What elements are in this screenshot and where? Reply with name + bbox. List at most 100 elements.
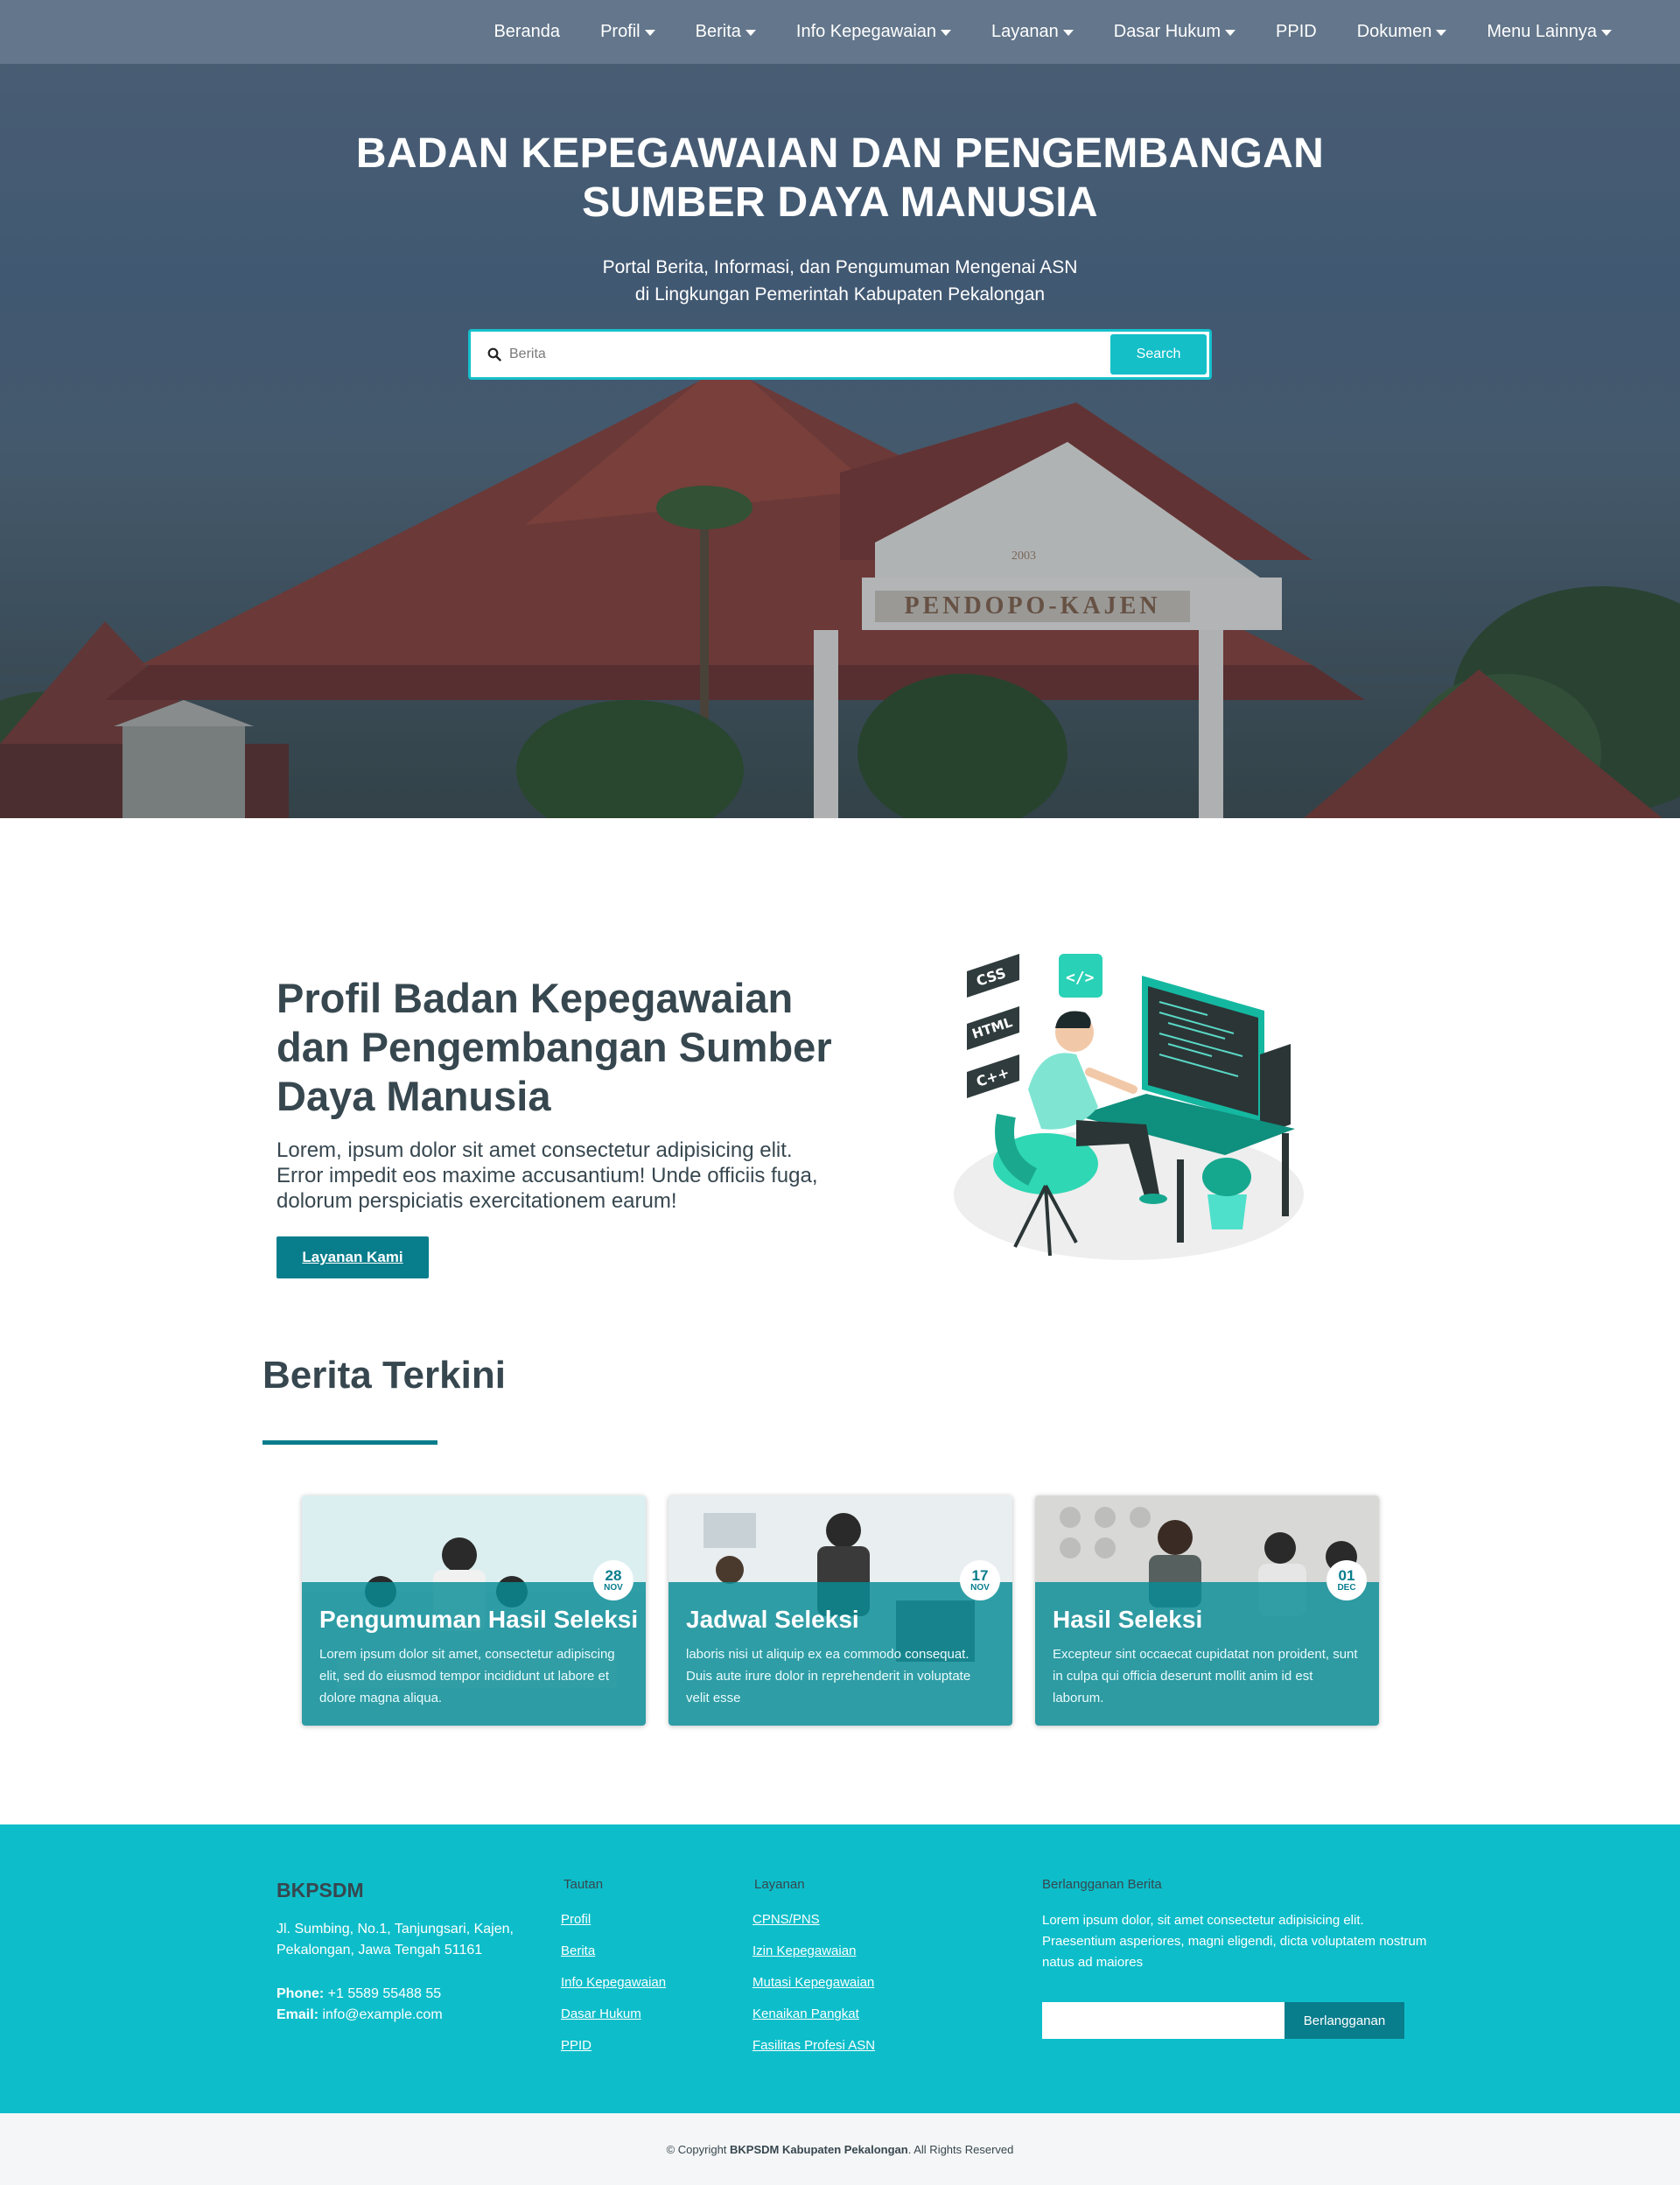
card-excerpt: laboris nisi ut aliquip ex ea commodo co…: [686, 1647, 971, 1705]
date-month: NOV: [970, 1582, 990, 1593]
footer-service-izin[interactable]: Izin Kepegawaian: [752, 1942, 875, 1973]
profile-description: Lorem, ipsum dolor sit amet consectetur …: [276, 1138, 818, 1213]
email-value: info@example.com: [322, 2007, 443, 2022]
footer-links-title: Tautan: [564, 1877, 604, 1892]
building-sign: PENDOPO-KAJEN: [904, 592, 1161, 620]
copyright-prefix: © Copyright: [666, 2142, 727, 2156]
date-badge: 17 NOV: [960, 1560, 1000, 1600]
caret-down-icon: [1062, 30, 1074, 36]
subscribe-button[interactable]: Berlangganan: [1284, 2002, 1404, 2039]
nav-info-kepegawaian[interactable]: Info Kepegawaian: [795, 22, 952, 42]
card-title: Jadwal Seleksi: [686, 1606, 859, 1633]
card-title: Hasil Seleksi: [1053, 1606, 1203, 1633]
heading-underline: [262, 1440, 438, 1445]
footer-brand: BKPSDM: [276, 1879, 364, 1901]
caret-down-icon: [745, 30, 756, 36]
search-icon: [480, 341, 509, 368]
hero-title-line-2: SUMBER DAYA MANUSIA: [582, 179, 1098, 226]
nav-label: Berita: [695, 22, 741, 41]
copyright-bar: © Copyright BKPSDM Kabupaten Pekalongan.…: [0, 2113, 1680, 2185]
copyright-suffix: . All Rights Reserved: [907, 2142, 1014, 2156]
footer-link-dasar-hukum[interactable]: Dasar Hukum: [561, 2005, 666, 2036]
nav-label: PPID: [1276, 22, 1317, 41]
search-button[interactable]: Search: [1110, 334, 1207, 375]
footer-service-mutasi[interactable]: Mutasi Kepegawaian: [752, 1973, 875, 2005]
footer-link-ppid[interactable]: PPID: [561, 2036, 666, 2068]
nav-dasar-hukum[interactable]: Dasar Hukum: [1114, 22, 1236, 42]
hero-section: PENDOPO-KAJEN 2003 Beranda Profil Berita…: [0, 0, 1680, 818]
date-day: 01: [1338, 1566, 1355, 1584]
date-month: NOV: [604, 1582, 623, 1593]
news-section: Berita Terkini 28 NOV Pengumuman Hasil S…: [0, 1334, 1680, 1824]
nav-label: Profil: [600, 22, 640, 41]
hero-title: BADAN KEPEGAWAIAN DAN PENGEMBANGAN SUMBE…: [0, 130, 1680, 228]
card-excerpt: Excepteur sint occaecat cupidatat non pr…: [1053, 1647, 1358, 1705]
news-card[interactable]: 01 DEC Hasil Seleksi Excepteur sint occa…: [1035, 1495, 1379, 1726]
footer-service-kenaikan-pangkat[interactable]: Kenaikan Pangkat: [752, 2005, 875, 2036]
news-card[interactable]: 17 NOV Jadwal Seleksi laboris nisi ut al…: [668, 1495, 1012, 1726]
subscribe-email-input[interactable]: [1042, 2002, 1284, 2039]
nav-label: Dasar Hukum: [1113, 22, 1222, 41]
copyright-org: BKPSDM Kabupaten Pekalongan: [730, 2142, 908, 2156]
footer-subscribe-title: Berlangganan Berita: [1042, 1877, 1162, 1892]
date-month: DEC: [1337, 1582, 1356, 1593]
hero-title-line-1: BADAN KEPEGAWAIAN DAN PENGEMBANGAN: [355, 130, 1325, 177]
card-title: Pengumuman Hasil Seleksi: [319, 1606, 639, 1633]
top-navbar: Beranda Profil Berita Info Kepegawaian L…: [0, 0, 1680, 64]
caret-down-icon: [941, 30, 952, 36]
card-excerpt: Lorem ipsum dolor sit amet, consectetur …: [319, 1647, 615, 1705]
nav-label: Dokumen: [1356, 22, 1432, 41]
footer-contact: Phone: +1 5589 55488 55 Email: info@exam…: [276, 1984, 443, 2026]
date-day: 17: [971, 1566, 989, 1584]
building-sign-layer: PENDOPO-KAJEN 2003: [0, 0, 1680, 818]
hero-subtitle: Portal Berita, Informasi, dan Pengumuman…: [0, 254, 1680, 308]
nav-layanan[interactable]: Layanan: [991, 22, 1074, 42]
date-badge: 01 DEC: [1326, 1560, 1367, 1600]
footer-link-info-kepegawaian[interactable]: Info Kepegawaian: [561, 1973, 666, 2005]
caret-down-icon: [644, 30, 655, 36]
nav-label: Info Kepegawaian: [795, 22, 937, 41]
footer-subscribe-text: Lorem ipsum dolor, sit amet consectetur …: [1042, 1913, 1427, 1970]
footer: BKPSDM Jl. Sumbing, No.1, Tanjungsari, K…: [0, 1824, 1680, 2113]
nav-label: Menu Lainnya: [1487, 22, 1597, 41]
footer-link-profil[interactable]: Profil: [561, 1910, 666, 1942]
search-bar: Search: [468, 329, 1212, 380]
news-heading: Berita Terkini: [262, 1354, 506, 1397]
svg-text:</>: </>: [1066, 969, 1095, 987]
nav-beranda[interactable]: Beranda: [494, 22, 560, 42]
nav-label: Layanan: [991, 22, 1059, 41]
footer-phone: Phone: +1 5589 55488 55: [276, 1984, 443, 2005]
footer-links: Profil Berita Info Kepegawaian Dasar Huk…: [561, 1910, 666, 2068]
footer-email: Email: info@example.com: [276, 2005, 443, 2026]
caret-down-icon: [1225, 30, 1236, 36]
date-day: 28: [605, 1566, 622, 1584]
news-card-list: 28 NOV Pengumuman Hasil Seleksi Lorem ip…: [302, 1495, 1402, 1726]
footer-services-title: Layanan: [754, 1877, 805, 1892]
caret-down-icon: [1601, 30, 1612, 36]
layanan-kami-button[interactable]: Layanan Kami: [276, 1236, 429, 1278]
news-card[interactable]: 28 NOV Pengumuman Hasil Seleksi Lorem ip…: [302, 1495, 646, 1726]
footer-services: CPNS/PNS Izin Kepegawaian Mutasi Kepegaw…: [752, 1910, 875, 2068]
footer-service-cpns[interactable]: CPNS/PNS: [752, 1910, 875, 1942]
date-badge: 28 NOV: [593, 1560, 634, 1600]
footer-address: Jl. Sumbing, No.1, Tanjungsari, Kajen, P…: [276, 1922, 514, 1957]
footer-link-berita[interactable]: Berita: [561, 1942, 666, 1973]
caret-down-icon: [1436, 30, 1447, 36]
profile-title: Profil Badan Kepegawaian dan Pengembanga…: [276, 975, 832, 1119]
nav-berita[interactable]: Berita: [696, 22, 756, 42]
nav-ppid[interactable]: PPID: [1276, 22, 1317, 42]
hero-subtitle-line-2: di Lingkungan Pemerintah Kabupaten Pekal…: [634, 284, 1046, 305]
nav-label: Beranda: [494, 22, 561, 41]
email-label: Email:: [276, 2007, 319, 2022]
footer-service-fasilitas-profesi[interactable]: Fasilitas Profesi ASN: [752, 2036, 875, 2068]
developer-illustration: CSS HTML C++ </>: [954, 954, 1304, 1260]
phone-value: +1 5589 55488 55: [327, 1986, 442, 2001]
hero-subtitle-line-1: Portal Berita, Informasi, dan Pengumuman…: [602, 257, 1078, 277]
profile-section: Profil Badan Kepegawaian dan Pengembanga…: [0, 818, 1680, 1334]
search-input[interactable]: [509, 337, 1110, 372]
nav-profil[interactable]: Profil: [600, 22, 655, 42]
building-year: 2003: [1012, 550, 1036, 563]
nav-menu-lainnya[interactable]: Menu Lainnya: [1487, 22, 1612, 42]
nav-dokumen[interactable]: Dokumen: [1357, 22, 1447, 42]
phone-label: Phone:: [276, 1986, 325, 2001]
